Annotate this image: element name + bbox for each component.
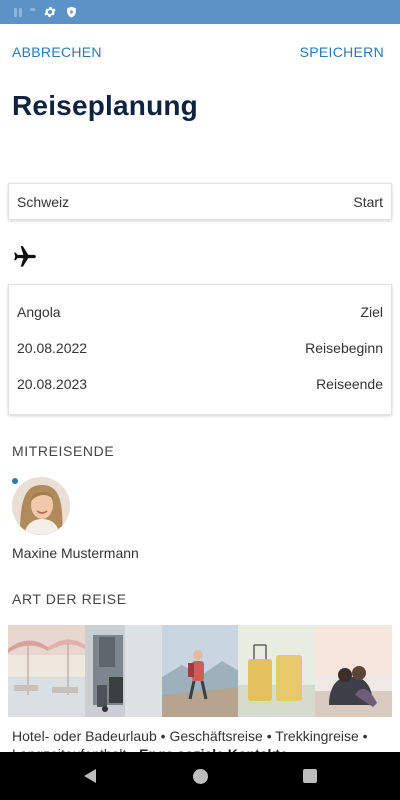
trip-type-luggage[interactable] — [238, 625, 316, 717]
trip-type-social[interactable] — [315, 625, 392, 717]
travellers-heading: MITREISENDE — [12, 443, 115, 459]
trip-end-value: 20.08.2023 — [17, 376, 88, 392]
trip-type-heading: ART DER REISE — [12, 591, 127, 607]
traveller-photo — [12, 477, 70, 535]
trip-end-row[interactable]: 20.08.2023 Reiseende — [9, 366, 391, 402]
recents-icon[interactable] — [303, 769, 317, 783]
destination-label: Ziel — [360, 304, 383, 320]
trip-end-label: Reiseende — [316, 376, 383, 392]
page-title: Reiseplanung — [12, 90, 198, 121]
trip-type-trekking[interactable] — [161, 625, 239, 717]
home-icon[interactable] — [193, 769, 208, 784]
origin-row[interactable]: Schweiz Start — [9, 184, 391, 220]
trip-type-business[interactable] — [84, 625, 162, 717]
destination-row[interactable]: Angola Ziel — [9, 294, 391, 330]
sim-icon — [14, 7, 35, 17]
cancel-button[interactable]: ABBRECHEN — [12, 44, 102, 62]
back-icon[interactable] — [82, 768, 98, 784]
trip-type-images — [8, 625, 392, 717]
origin-label: Start — [353, 194, 383, 210]
trip-type-beach-hotel[interactable] — [8, 625, 85, 717]
navigation-bar — [0, 752, 400, 800]
settings-icon — [44, 6, 56, 18]
trip-start-row[interactable]: 20.08.2022 Reisebeginn — [9, 330, 391, 366]
destination-value: Angola — [17, 304, 61, 320]
status-bar — [0, 0, 400, 24]
save-button[interactable]: SPEICHERN — [300, 44, 384, 62]
origin-value: Schweiz — [17, 194, 70, 210]
destination-card: Angola Ziel 20.08.2022 Reisebeginn 20.08… — [8, 284, 392, 415]
traveller-name: Maxine Mustermann — [12, 545, 139, 561]
shield-icon — [67, 6, 76, 18]
action-bar: ABBRECHEN SPEICHERN — [12, 44, 384, 62]
airplane-icon — [14, 246, 36, 267]
origin-card[interactable]: Schweiz Start — [8, 183, 392, 220]
trip-start-value: 20.08.2022 — [17, 340, 88, 356]
selected-indicator — [12, 478, 18, 484]
trip-start-label: Reisebeginn — [305, 340, 383, 356]
avatar[interactable] — [12, 477, 70, 535]
